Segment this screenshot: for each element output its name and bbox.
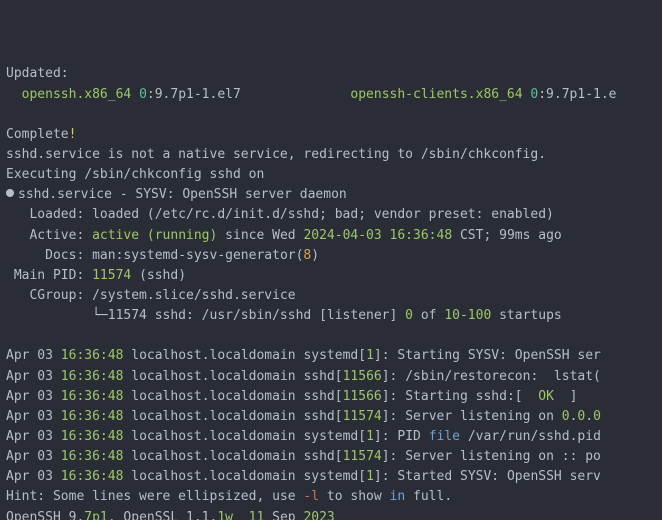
line-redirect: sshd.service is not a native service, re…: [6, 147, 546, 162]
line-unit: sshd.service - SYSV: OpenSSH server daem…: [6, 187, 347, 202]
terminal-output: Updated: openssh.x86_64 0:9.7p1-1.el7 op…: [0, 40, 662, 520]
line-cgroup-child: └─11574 sshd: /usr/sbin/sshd [listener] …: [6, 308, 562, 323]
log-line-3: Apr 03 16:36:48 localhost.localdomain ss…: [6, 389, 577, 404]
line-exec: Executing /sbin/chkconfig sshd on: [6, 167, 264, 182]
line-docs: Docs: man:systemd-sysv-generator(8): [6, 248, 319, 263]
log-line-7: Apr 03 16:36:48 localhost.localdomain sy…: [6, 469, 601, 484]
line-complete: Complete!: [6, 127, 76, 142]
line-active: Active: active (running) since Wed 2024-…: [6, 228, 562, 243]
line-pkg: openssh.x86_64 0:9.7p1-1.el7 openssh-cli…: [6, 87, 617, 102]
log-line-2: Apr 03 16:36:48 localhost.localdomain ss…: [6, 369, 601, 384]
log-line-1: Apr 03 16:36:48 localhost.localdomain sy…: [6, 348, 601, 363]
log-line-4: Apr 03 16:36:48 localhost.localdomain ss…: [6, 409, 601, 424]
line-blank1: [6, 107, 14, 122]
line-updated: Updated:: [6, 66, 69, 81]
log-line-6: Apr 03 16:36:48 localhost.localdomain ss…: [6, 449, 601, 464]
line-blank2: [6, 328, 14, 343]
line-version: OpenSSH_9.7p1, OpenSSL 1.1.1w 11 Sep 202…: [6, 510, 335, 520]
line-mainpid: Main PID: 11574 (sshd): [6, 268, 186, 283]
status-dot-icon: [6, 189, 14, 197]
log-line-5: Apr 03 16:36:48 localhost.localdomain sy…: [6, 429, 601, 444]
line-loaded: Loaded: loaded (/etc/rc.d/init.d/sshd; b…: [6, 207, 554, 222]
line-hint: Hint: Some lines were ellipsized, use -l…: [6, 489, 452, 504]
line-cgroup: CGroup: /system.slice/sshd.service: [6, 288, 296, 303]
